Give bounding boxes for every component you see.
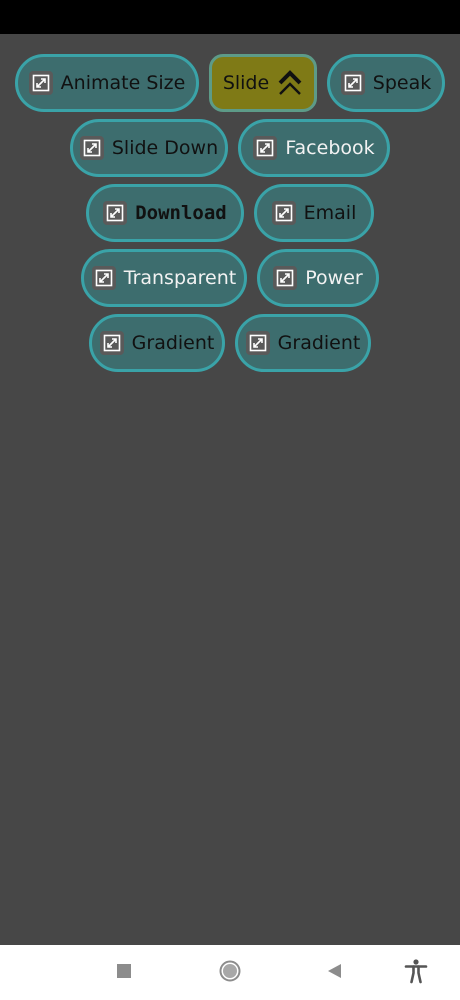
animate-size-button[interactable]: Animate Size (15, 54, 199, 112)
expand-icon (245, 331, 270, 355)
expand-icon (273, 266, 298, 290)
gradient-label-2: Gradient (277, 332, 361, 354)
expand-icon (99, 331, 124, 355)
animate-size-label: Animate Size (60, 72, 186, 94)
home-button[interactable] (208, 945, 252, 1000)
status-bar (0, 0, 460, 34)
email-label: Email (303, 202, 357, 224)
transparent-button[interactable]: Transparent (81, 249, 247, 307)
gradient-button-1[interactable]: Gradient (89, 314, 225, 372)
expand-icon (28, 71, 53, 95)
speak-button[interactable]: Speak (327, 54, 445, 112)
facebook-label: Facebook (285, 137, 375, 159)
double-chevron-up-icon (277, 68, 303, 98)
transparent-label: Transparent (123, 267, 237, 289)
home-icon (218, 959, 242, 987)
slide-label: Slide (222, 72, 270, 94)
facebook-button[interactable]: Facebook (238, 119, 390, 177)
download-button[interactable]: Download (86, 184, 244, 242)
gradient-label-1: Gradient (131, 332, 215, 354)
expand-icon (91, 266, 116, 290)
button-row-5: Gradient Gradient (0, 314, 460, 372)
accessibility-icon (403, 958, 429, 988)
button-row-1: Animate Size Slide Speak (0, 54, 460, 112)
download-label: Download (135, 202, 227, 224)
expand-icon (103, 201, 128, 225)
slide-down-button[interactable]: Slide Down (70, 119, 228, 177)
power-button[interactable]: Power (257, 249, 379, 307)
power-label: Power (305, 267, 363, 289)
email-button[interactable]: Email (254, 184, 374, 242)
button-canvas: Animate Size Slide Speak Slide Down Face… (0, 34, 460, 945)
gradient-button-2[interactable]: Gradient (235, 314, 371, 372)
navigation-bar (0, 945, 460, 1000)
button-row-2: Slide Down Facebook (0, 119, 460, 177)
expand-icon (340, 71, 365, 95)
expand-icon (253, 136, 278, 160)
recent-apps-button[interactable] (104, 945, 144, 1000)
back-button[interactable] (314, 945, 354, 1000)
button-row-3: Download Email (0, 184, 460, 242)
accessibility-button[interactable] (396, 945, 436, 1000)
recent-apps-icon (116, 963, 132, 983)
back-icon (325, 962, 343, 984)
expand-icon (271, 201, 296, 225)
slide-down-label: Slide Down (111, 137, 219, 159)
button-row-4: Transparent Power (0, 249, 460, 307)
slide-button[interactable]: Slide (209, 54, 317, 112)
expand-icon (79, 136, 104, 160)
speak-label: Speak (372, 72, 432, 94)
